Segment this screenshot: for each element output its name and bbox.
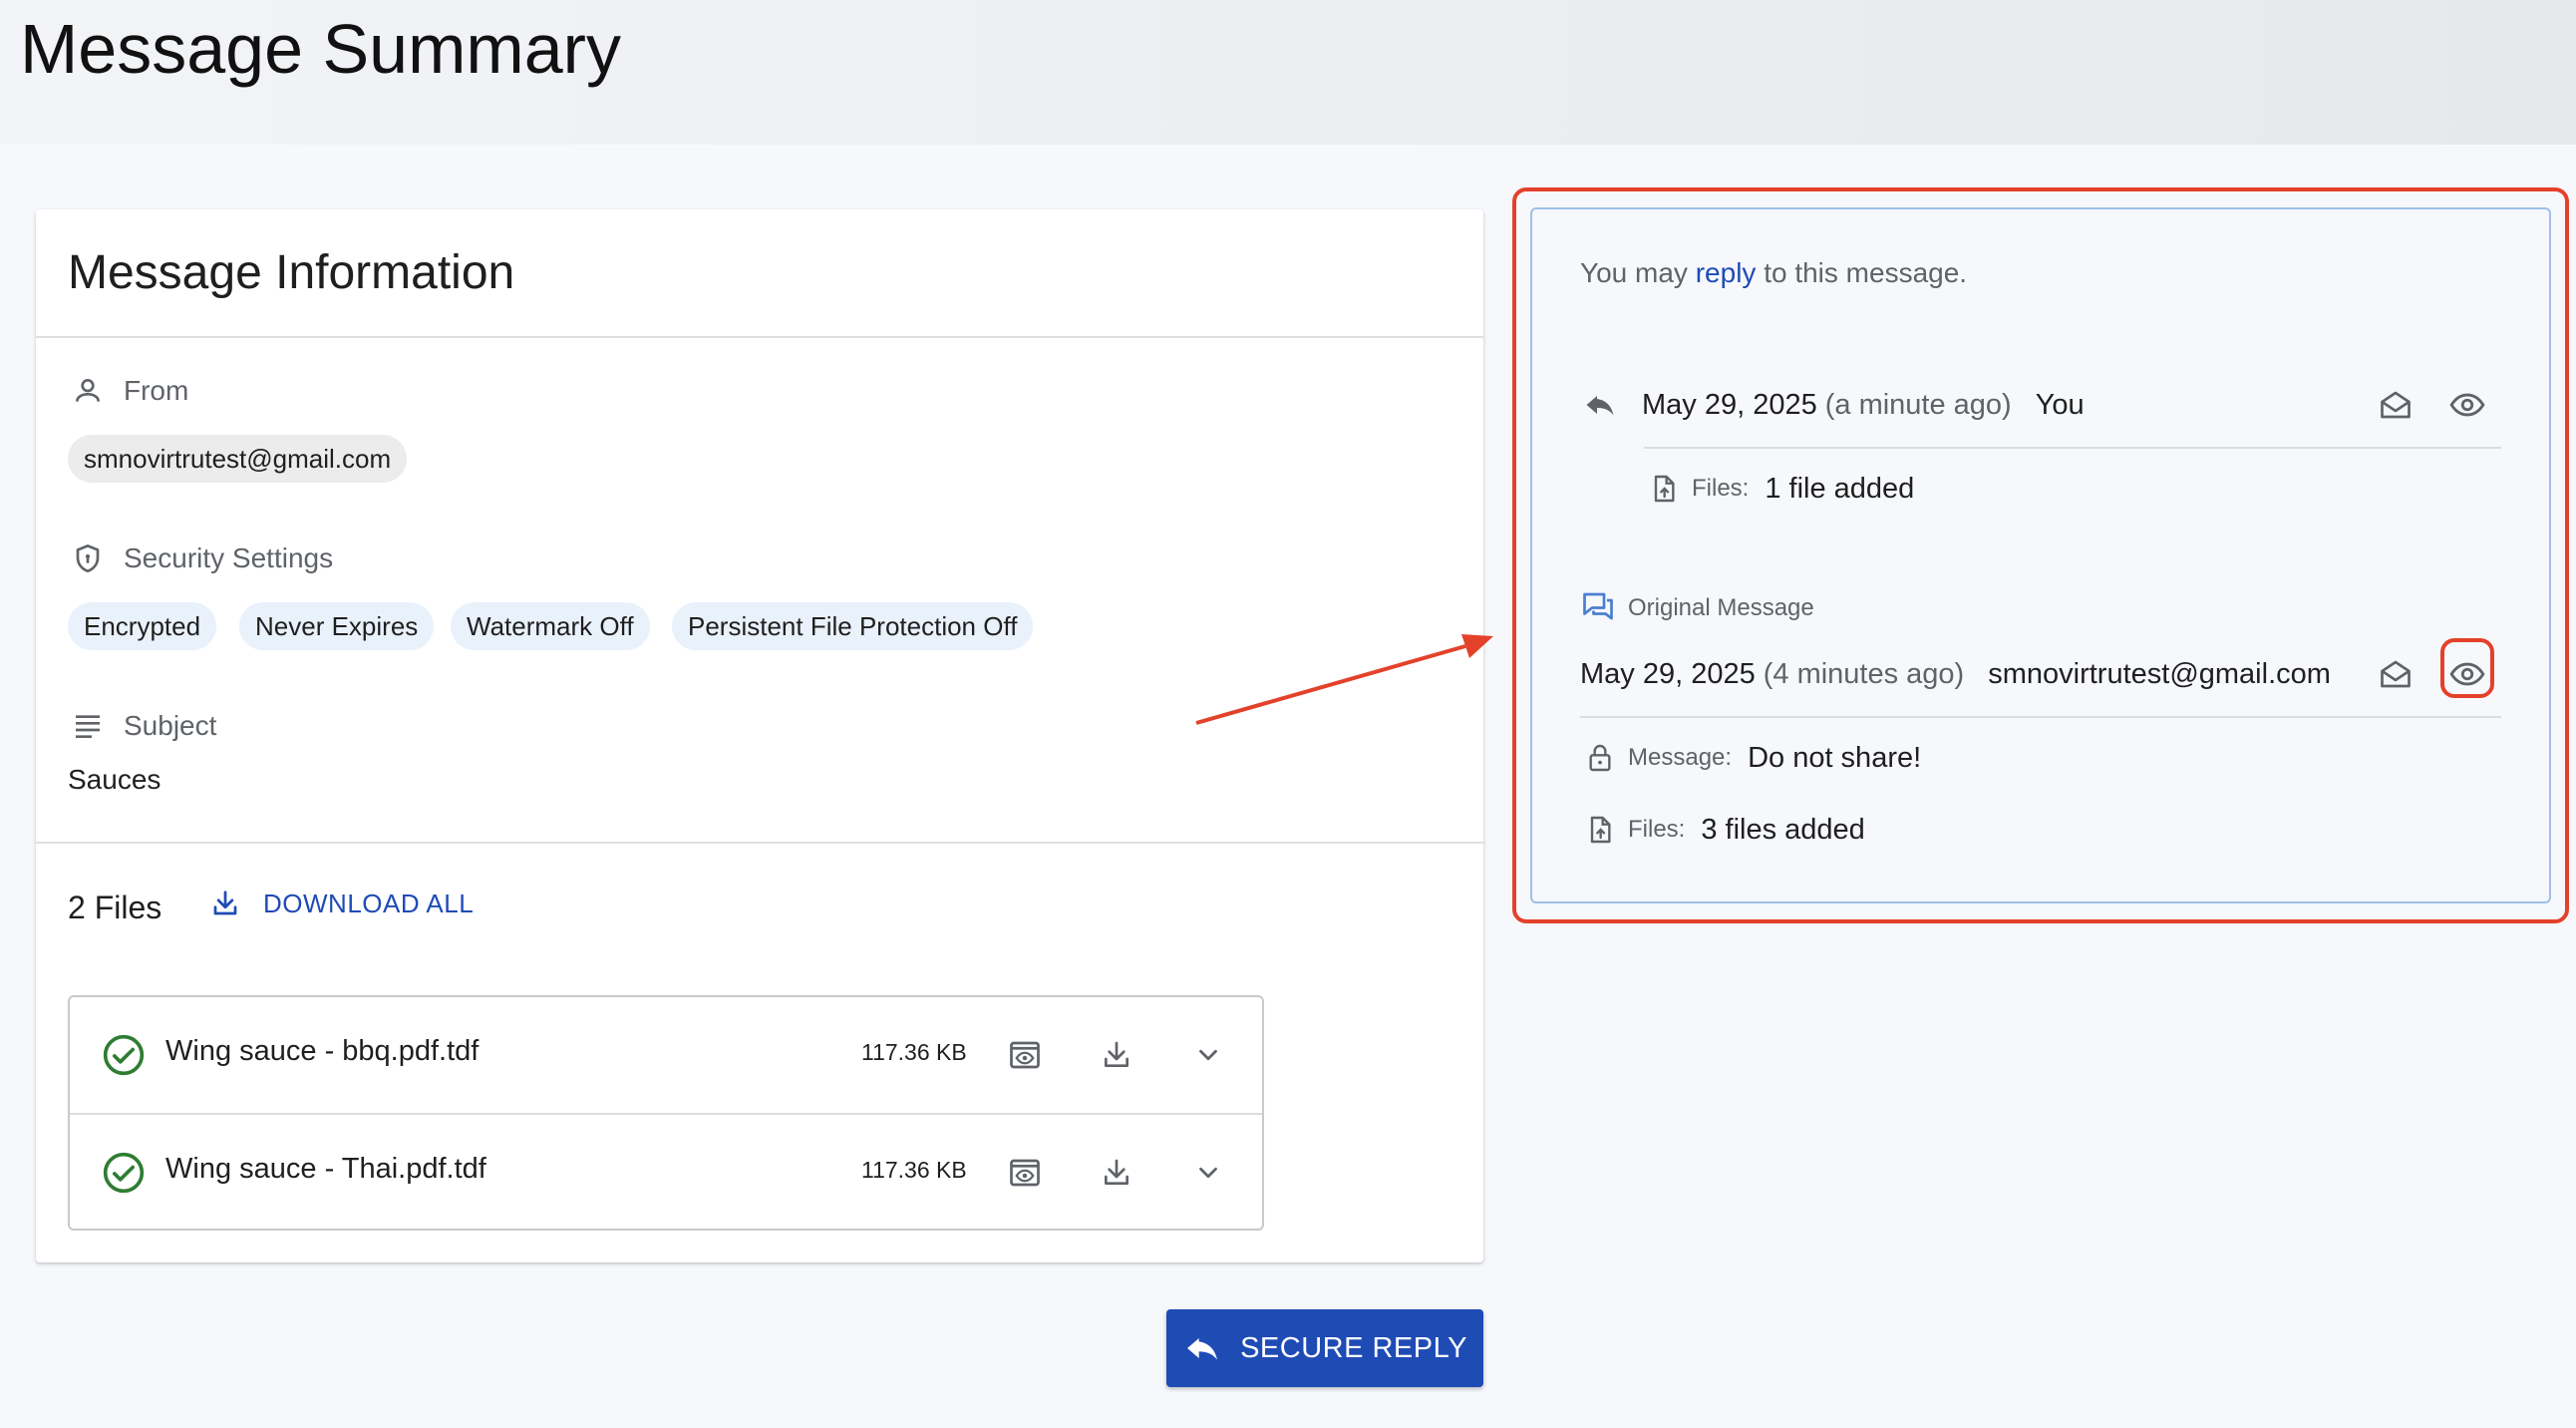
message-label: Message: [1628,744,1733,771]
file-size: 117.36 KB [861,1157,967,1183]
check-circle-icon [102,1033,146,1077]
reply-note: You may reply to this message. [1580,257,1967,289]
card-title: Message Information [68,246,515,299]
from-label: From [124,375,189,406]
original-event-relative: (4 minutes ago) [1763,658,1965,690]
divider [1580,716,2501,718]
secure-reply-button[interactable]: SECURE REPLY [1166,1309,1483,1387]
annotation-eye-highlight [2440,638,2494,698]
files-label: Files: [1692,475,1750,502]
original-message-text: Original Message [1628,594,1814,621]
file-upload-icon [1644,469,1684,509]
message-value: Do not share! [1748,741,1922,774]
check-circle-icon [102,1151,146,1195]
original-event-date: May 29, 2025 [1580,658,1756,690]
original-event-header: May 29, 2025 (4 minutes ago) smnovirtrut… [1580,658,2331,691]
divider [1644,447,2501,449]
file-list: Wing sauce - bbq.pdf.tdf 117.36 KB Wing … [68,995,1264,1231]
message-information-card: Message Information From smnovirtrutest@… [36,209,1483,1262]
page-title: Message Summary [20,10,621,88]
file-name: Wing sauce - bbq.pdf.tdf [165,1035,480,1067]
envelope-open-icon[interactable] [2372,381,2419,429]
download-icon [205,884,245,923]
reply-event-date: May 29, 2025 [1642,388,1817,421]
chevron-down-icon[interactable] [1184,1031,1232,1079]
download-all-button[interactable]: DOWNLOAD ALL [205,884,474,923]
from-section-label: From [68,371,188,411]
security-chip-persistent-protection: Persistent File Protection Off [672,602,1034,650]
chat-bubbles-icon [1580,588,1620,628]
security-chip-encrypted: Encrypted [68,602,217,650]
download-all-label: DOWNLOAD ALL [263,888,475,918]
security-chip-watermark: Watermark Off [451,602,650,650]
original-message-line: Message: Do not share! [1580,738,1921,778]
security-chip-never-expires: Never Expires [239,602,435,650]
reply-note-prefix: You may [1580,257,1688,288]
lock-icon [1580,738,1620,778]
file-name: Wing sauce - Thai.pdf.tdf [165,1153,486,1185]
chevron-down-icon[interactable] [1184,1149,1232,1197]
reply-note-suffix: to this message. [1764,257,1968,288]
from-email-chip: smnovirtrutest@gmail.com [68,435,408,483]
reply-files-line: Files: 1 file added [1644,469,1914,509]
file-upload-icon [1580,810,1620,850]
divider [36,842,1483,844]
download-icon[interactable] [1093,1031,1140,1079]
person-icon [68,371,108,411]
file-row: Wing sauce - Thai.pdf.tdf 117.36 KB [70,1113,1262,1229]
files-value: 3 files added [1701,813,1865,846]
security-section-label: Security Settings [68,538,333,578]
files-count: 2 Files [68,890,162,925]
reply-link[interactable]: reply [1696,257,1757,288]
divider [36,336,1483,338]
page-header: Message Summary [0,0,2576,145]
preview-icon[interactable] [1001,1031,1049,1079]
files-value: 1 file added [1765,472,1915,505]
original-message-label: Original Message [1580,588,1814,628]
reply-arrow-icon [1580,385,1620,425]
original-event-sender: smnovirtrutest@gmail.com [1988,658,2331,690]
secure-reply-label: SECURE REPLY [1240,1331,1467,1364]
download-icon[interactable] [1093,1149,1140,1197]
subject-lines-icon [68,706,108,746]
subject-label: Subject [124,710,217,741]
shield-icon [68,538,108,578]
envelope-open-icon[interactable] [2372,650,2419,698]
reply-event-header: May 29, 2025 (a minute ago) You [1580,385,2085,425]
reply-event-relative: (a minute ago) [1824,388,2012,421]
file-row: Wing sauce - bbq.pdf.tdf 117.36 KB [70,997,1262,1113]
message-history-panel: You may reply to this message. May 29, 2… [1530,207,2551,903]
files-label: Files: [1628,816,1686,843]
security-settings-label: Security Settings [124,542,334,573]
preview-icon[interactable] [1001,1149,1049,1197]
subject-value: Sauces [68,764,161,795]
reply-event-sender: You [2035,388,2085,421]
file-size: 117.36 KB [861,1039,967,1065]
reply-icon [1182,1328,1222,1368]
eye-icon[interactable] [2443,381,2491,429]
original-files-line: Files: 3 files added [1580,810,1865,850]
subject-section-label: Subject [68,706,216,746]
